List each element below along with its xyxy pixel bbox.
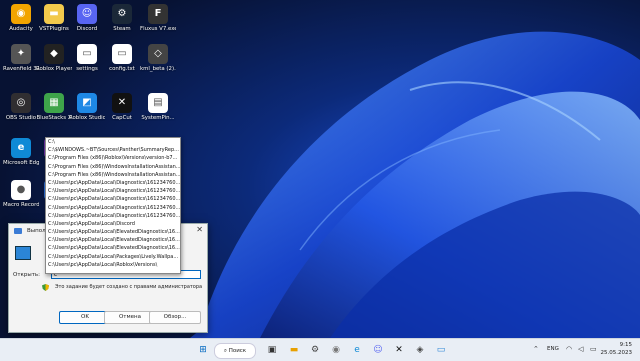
desktop-icon[interactable]: ⚙ Steam bbox=[104, 4, 140, 32]
desktop-icon[interactable]: ✦ Ravenfield 32bit bbox=[3, 44, 39, 72]
desktop-icon-label: Microsoft Edge bbox=[3, 160, 39, 166]
desktop-icon[interactable]: ▭ config.txt bbox=[104, 44, 140, 72]
system-file-icon: ▤ bbox=[148, 93, 168, 113]
macro-recorder-icon: ● bbox=[11, 180, 31, 200]
desktop-icon-label: BlueStacks X bbox=[36, 115, 72, 121]
exe-icon: ◇ bbox=[148, 44, 168, 64]
desktop-icon[interactable]: ◩ Roblox Studio bbox=[69, 93, 105, 121]
suggestion-item[interactable]: C:\ bbox=[46, 138, 180, 146]
task-view-icon[interactable]: ▣ bbox=[265, 343, 279, 357]
desktop-icon[interactable]: ▬ VSTPlugins bbox=[36, 4, 72, 32]
search-label: Поиск bbox=[228, 348, 247, 354]
desktop-icon[interactable]: ◎ OBS Studio bbox=[3, 93, 39, 121]
desktop-icon-label: Discord bbox=[76, 26, 98, 32]
search-icon: ⌕ bbox=[223, 348, 227, 354]
obs-icon: ◎ bbox=[11, 93, 31, 113]
desktop-icon-label: Macro Recorder bbox=[3, 202, 39, 208]
desktop-icon-label: settings bbox=[76, 66, 98, 72]
desktop-icon-label: OBS Studio bbox=[5, 115, 37, 121]
desktop-icon[interactable]: ● Macro Recorder bbox=[3, 180, 39, 208]
run-app-icon bbox=[15, 246, 31, 260]
browse-button[interactable]: Обзор... bbox=[149, 311, 201, 324]
run-icon bbox=[14, 228, 22, 234]
clock-time: 9:15 bbox=[619, 342, 632, 348]
file-explorer-icon[interactable]: ▬ bbox=[287, 343, 301, 357]
app-icon[interactable]: ◉ bbox=[329, 343, 343, 357]
suggestion-item[interactable]: C:\Users\pc\AppData\Local\Diagnostics\16… bbox=[46, 179, 180, 187]
desktop-icon[interactable]: ◆ Roblox Player bbox=[36, 44, 72, 72]
suggestion-item[interactable]: C:\Users\pc\AppData\Local\Discord bbox=[46, 220, 180, 228]
desktop-icon[interactable]: ☺ Discord bbox=[69, 4, 105, 32]
audacity-icon: ◉ bbox=[11, 4, 31, 24]
suggestion-item[interactable]: C:\Users\pc\AppData\Local\Diagnostics\16… bbox=[46, 195, 180, 203]
suggestion-item[interactable]: C:\Program Files (x86)\Roblox\Versions\v… bbox=[46, 154, 180, 162]
desktop-icon[interactable]: ◇ kml_beta (2).exe bbox=[140, 44, 176, 72]
admin-shield-icon bbox=[42, 284, 49, 291]
language-indicator[interactable]: ENG bbox=[547, 346, 559, 352]
discord-icon[interactable]: ☺ bbox=[371, 343, 385, 357]
desktop-icon[interactable]: F Fluxus V7.exe bbox=[140, 4, 176, 32]
close-icon[interactable]: ✕ bbox=[196, 225, 203, 234]
desktop-icon[interactable]: ◉ Audacity bbox=[3, 4, 39, 32]
taskbar: ⊞ ⌕ Поиск ▣ ▬ ⚙ ◉ e ☺ ✕ ◈ ▭ ⌃ ENG ◠ ◁ ▭ … bbox=[0, 338, 640, 361]
desktop-icon-label: Roblox Player bbox=[36, 66, 72, 72]
desktop-icon[interactable]: e Microsoft Edge bbox=[3, 138, 39, 166]
volume-icon[interactable]: ◁ bbox=[578, 345, 583, 353]
wifi-icon[interactable]: ◠ bbox=[566, 345, 572, 353]
settings-icon[interactable]: ⚙ bbox=[308, 343, 322, 357]
run-taskbar-icon[interactable]: ▭ bbox=[434, 343, 448, 357]
edge-icon[interactable]: e bbox=[350, 343, 364, 357]
suggestion-item[interactable]: C:\Users\pc\AppData\Local\Roblox\Version… bbox=[46, 261, 180, 269]
suggestion-item[interactable]: C:\Users\pc\AppData\Local\ElevatedDiagno… bbox=[46, 236, 180, 244]
desktop-icon-label: Ravenfield 32bit bbox=[3, 66, 39, 72]
roblox-icon: ◆ bbox=[44, 44, 64, 64]
file-icon: ▭ bbox=[77, 44, 97, 64]
desktop-icon-label: Roblox Studio bbox=[69, 115, 105, 121]
desktop-icon-label: SystemPin... bbox=[141, 115, 175, 121]
suggestion-item[interactable]: C:\Users\pc\AppData\Local\Diagnostics\16… bbox=[46, 187, 180, 195]
desktop-icon-label: Audacity bbox=[9, 26, 33, 32]
text-file-icon: ▭ bbox=[112, 44, 132, 64]
start-icon[interactable]: ⊞ bbox=[196, 343, 210, 357]
capcut-icon: ✕ bbox=[112, 93, 132, 113]
suggestion-item[interactable]: C:\Users\pc\AppData\Local\Packages\Livel… bbox=[46, 253, 180, 261]
suggestion-item[interactable]: C:\Users\pc\AppData\Local\Diagnostics\16… bbox=[46, 212, 180, 220]
suggestion-item[interactable]: C:\Users\pc\AppData\Local\Diagnostics\16… bbox=[46, 204, 180, 212]
suggestion-item[interactable]: C:\$WINDOWS.~BT\Sources\Panther\SummaryR… bbox=[46, 146, 180, 154]
desktop-icon[interactable]: ▤ SystemPin... bbox=[140, 93, 176, 121]
desktop-icon[interactable]: ✕ CapCut bbox=[104, 93, 140, 121]
suggestion-item[interactable]: C:\Users\pc\AppData\Local\ElevatedDiagno… bbox=[46, 244, 180, 252]
battery-icon[interactable]: ▭ bbox=[590, 345, 597, 353]
desktop-icon-label: Fluxus V7.exe bbox=[140, 26, 176, 32]
desktop-icon-label: config.txt bbox=[109, 66, 135, 72]
suggestion-item[interactable]: C:\Program Files (x86)\WindowsInstallati… bbox=[46, 163, 180, 171]
folder-icon: ▬ bbox=[44, 4, 64, 24]
roblox-studio-icon: ◩ bbox=[77, 93, 97, 113]
desktop-icon-label: Steam bbox=[113, 26, 131, 32]
path-suggestion-list: C:\ C:\$WINDOWS.~BT\Sources\Panther\Summa… bbox=[45, 137, 181, 274]
fluxus-icon: F bbox=[148, 4, 168, 24]
taskbar-search[interactable]: ⌕ Поиск bbox=[214, 343, 256, 359]
chevron-up-icon[interactable]: ⌃ bbox=[533, 345, 539, 353]
clock[interactable]: 9:15 25.05.2023 bbox=[601, 341, 633, 357]
capcut-icon[interactable]: ✕ bbox=[392, 343, 406, 357]
desktop-icon-label: kml_beta (2).exe bbox=[140, 66, 176, 72]
suggestion-item[interactable]: C:\Users\pc\AppData\Local\ElevatedDiagno… bbox=[46, 228, 180, 236]
open-label: Открыть: bbox=[13, 272, 40, 278]
desktop-icon-label: CapCut bbox=[112, 115, 132, 121]
desktop-icon[interactable]: ▦ BlueStacks X bbox=[36, 93, 72, 121]
suggestion-item[interactable]: C:\Program Files (x86)\WindowsInstallati… bbox=[46, 171, 180, 179]
app-icon[interactable]: ◈ bbox=[413, 343, 427, 357]
ravenfield-icon: ✦ bbox=[11, 44, 31, 64]
steam-icon: ⚙ bbox=[112, 4, 132, 24]
edge-icon: e bbox=[11, 138, 31, 158]
admin-note: Это задание будет создано с правами адми… bbox=[55, 284, 203, 290]
discord-icon: ☺ bbox=[77, 4, 97, 24]
clock-date: 25.05.2023 bbox=[600, 350, 633, 356]
desktop-icon-label: VSTPlugins bbox=[39, 26, 69, 32]
desktop-icon[interactable]: ▭ settings bbox=[69, 44, 105, 72]
bluestacks-icon: ▦ bbox=[44, 93, 64, 113]
